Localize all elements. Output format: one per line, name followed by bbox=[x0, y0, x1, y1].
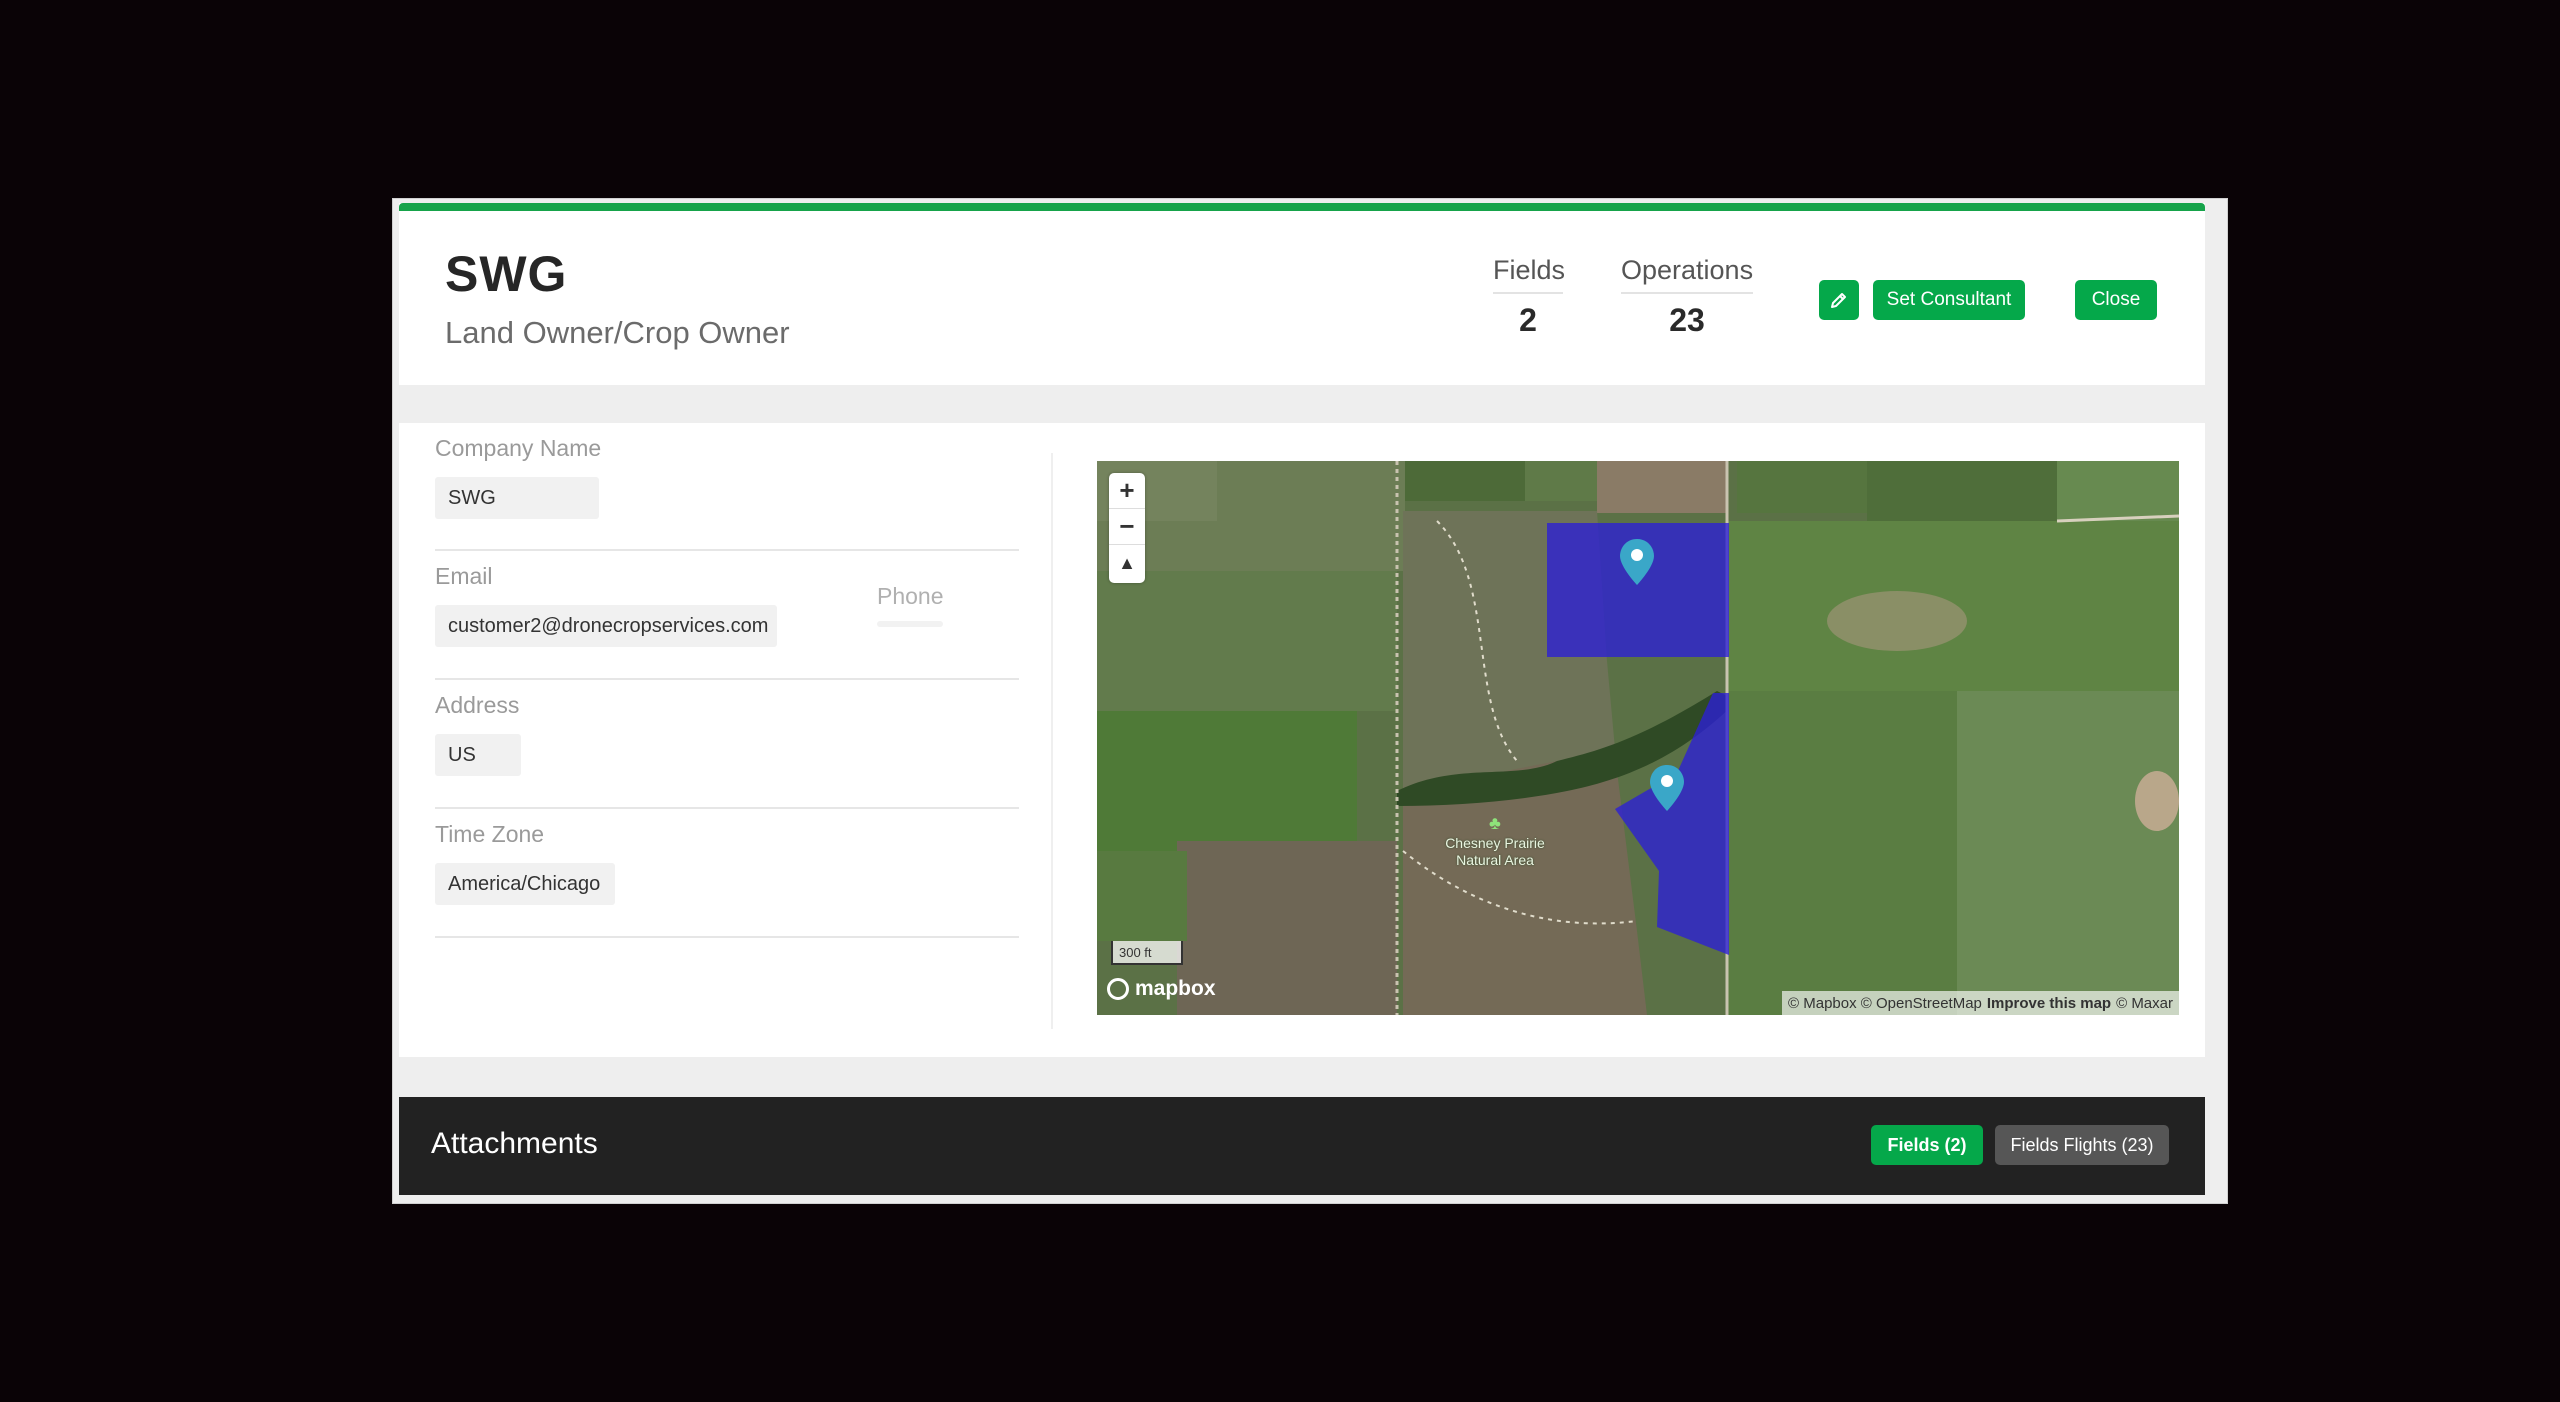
mapbox-logo-text: mapbox bbox=[1135, 977, 1216, 1000]
timezone-label: Time Zone bbox=[435, 821, 545, 847]
header-card: SWG Land Owner/Crop Owner Fields 2 Opera… bbox=[399, 203, 2205, 385]
edit-button[interactable] bbox=[1819, 280, 1859, 320]
column-divider bbox=[1051, 453, 1053, 1029]
zoom-in-button[interactable]: + bbox=[1109, 473, 1145, 509]
company-name-value[interactable]: SWG bbox=[435, 477, 599, 519]
phone-label: Phone bbox=[877, 583, 944, 609]
company-name-label: Company Name bbox=[435, 435, 602, 461]
detail-card: Company Name SWG Email customer2@dronecr… bbox=[399, 423, 2205, 1057]
timezone-field: Time Zone America/Chicago bbox=[435, 809, 1019, 938]
map-scale: 300 ft bbox=[1111, 941, 1183, 965]
mapbox-logo-icon bbox=[1107, 978, 1129, 1000]
accent-bar bbox=[399, 203, 2205, 211]
operations-stat: Operations 23 bbox=[1621, 255, 1753, 339]
phone-value[interactable] bbox=[877, 621, 943, 627]
improve-map-link[interactable]: Improve this map bbox=[1987, 995, 2111, 1012]
operations-stat-label: Operations bbox=[1621, 255, 1753, 294]
set-consultant-button[interactable]: Set Consultant bbox=[1873, 280, 2025, 320]
tab-fields[interactable]: Fields (2) bbox=[1871, 1125, 1983, 1165]
map-attribution: © Mapbox © OpenStreetMap Improve this ma… bbox=[1782, 991, 2179, 1015]
customer-detail-window: SWG Land Owner/Crop Owner Fields 2 Opera… bbox=[392, 198, 2228, 1204]
address-field: Address US bbox=[435, 680, 1019, 809]
satellite-map[interactable] bbox=[1097, 461, 2179, 1015]
zoom-out-button[interactable]: − bbox=[1109, 509, 1145, 545]
attachments-bar: Attachments Fields (2) Fields Flights (2… bbox=[399, 1097, 2205, 1195]
park-icon: ♣ bbox=[1489, 813, 1501, 833]
address-value[interactable]: US bbox=[435, 734, 521, 776]
zoom-control: + − ▲ bbox=[1109, 473, 1145, 583]
email-field: Email customer2@dronecropservices.com Ph… bbox=[435, 551, 1019, 680]
operations-stat-value: 23 bbox=[1669, 302, 1705, 338]
page-title: SWG bbox=[445, 246, 568, 302]
tab-fields-flights[interactable]: Fields Flights (23) bbox=[1995, 1125, 2169, 1165]
fields-stat-value: 2 bbox=[1519, 302, 1537, 338]
place-label: Chesney Prairie Natural Area bbox=[1445, 835, 1545, 868]
field-map[interactable]: + − ▲ ♣ Chesney Prairie Natural Area 300… bbox=[1097, 461, 2179, 1015]
compass-button[interactable]: ▲ bbox=[1109, 545, 1145, 581]
fields-stat: Fields 2 bbox=[1493, 255, 1565, 339]
attribution-maxar[interactable]: © Maxar bbox=[2116, 995, 2173, 1012]
attribution-sources[interactable]: © Mapbox © OpenStreetMap bbox=[1788, 995, 1982, 1012]
email-label: Email bbox=[435, 563, 493, 589]
page-subtitle: Land Owner/Crop Owner bbox=[445, 315, 790, 350]
close-button[interactable]: Close bbox=[2075, 280, 2157, 320]
attachments-title: Attachments bbox=[431, 1127, 598, 1160]
timezone-value[interactable]: America/Chicago bbox=[435, 863, 615, 905]
company-name-field: Company Name SWG bbox=[435, 423, 1019, 551]
fields-stat-label: Fields bbox=[1493, 255, 1565, 294]
pencil-icon bbox=[1831, 293, 1846, 308]
mapbox-logo[interactable]: mapbox bbox=[1107, 977, 1216, 1001]
address-label: Address bbox=[435, 692, 520, 718]
email-value[interactable]: customer2@dronecropservices.com bbox=[435, 605, 777, 647]
